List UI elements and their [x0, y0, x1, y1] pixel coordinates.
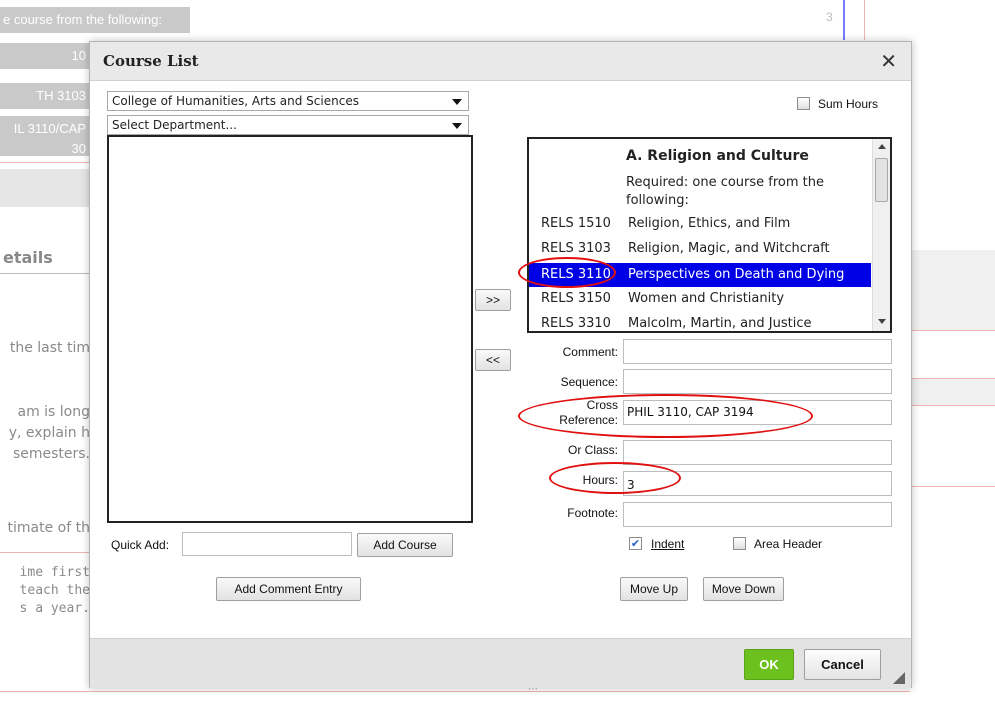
- cancel-button[interactable]: Cancel: [804, 649, 881, 680]
- background-divider: [0, 162, 90, 163]
- quick-add-input[interactable]: [182, 532, 352, 556]
- cross-reference-input[interactable]: PHIL 3110, CAP 3194: [623, 400, 892, 425]
- background-section-heading: etails: [3, 248, 53, 267]
- course-name: Malcolm, Martin, and Justice: [628, 316, 812, 331]
- area-header-checkbox[interactable]: [733, 537, 746, 550]
- move-down-button[interactable]: Move Down: [703, 577, 784, 601]
- background-right-gray-band: [910, 250, 995, 330]
- dialog-footer: OK Cancel: [90, 638, 911, 688]
- course-list-scrollbar[interactable]: [872, 139, 890, 331]
- sum-hours-checkbox[interactable]: [797, 97, 810, 110]
- background-strip-text-2: TH 3103: [36, 88, 86, 103]
- move-up-button[interactable]: Move Up: [620, 577, 688, 601]
- course-row[interactable]: RELS 3150 Women and Christianity: [529, 287, 871, 311]
- background-right-divider-3: [910, 405, 995, 406]
- scroll-up-icon[interactable]: [878, 144, 886, 149]
- hours-input[interactable]: 3: [623, 471, 892, 496]
- add-course-button[interactable]: Add Course: [357, 533, 453, 557]
- background-right-divider-1: [910, 330, 995, 331]
- remove-from-list-button[interactable]: <<: [475, 349, 511, 371]
- or-class-input[interactable]: [623, 440, 892, 465]
- course-list-dialog: Course List ✕ College of Humanities, Art…: [89, 41, 912, 688]
- course-list-note: Required: one course from the following:: [626, 175, 825, 208]
- program-course-list[interactable]: A. Religion and Culture Required: one co…: [527, 137, 892, 333]
- background-top-count: 3: [826, 10, 833, 24]
- background-top-strip: e course from the following:: [0, 7, 190, 33]
- course-list-header: A. Religion and Culture: [626, 148, 809, 164]
- dialog-titlebar[interactable]: Course List ✕: [90, 42, 911, 81]
- scrollbar-thumb[interactable]: [875, 158, 888, 202]
- course-code: RELS 3110: [541, 267, 611, 282]
- background-text-line-3: y, explain h: [8, 425, 90, 441]
- cross-reference-label: Cross: [586, 398, 618, 412]
- resize-grip-icon[interactable]: [893, 672, 905, 684]
- comment-input[interactable]: [623, 339, 892, 364]
- background-strip-text-4: 30: [71, 142, 86, 156]
- college-select[interactable]: College of Humanities, Arts and Sciences: [107, 91, 469, 111]
- chevron-down-icon: [452, 123, 462, 129]
- background-top-strip-text: e course from the following:: [3, 12, 162, 27]
- background-mono-line-1: ime first: [19, 565, 90, 580]
- course-code: RELS 1510: [541, 216, 611, 231]
- course-code: RELS 3310: [541, 316, 611, 331]
- course-row[interactable]: RELS 3103 Religion, Magic, and Witchcraft: [529, 237, 871, 261]
- indent-label: Indent: [651, 537, 685, 551]
- background-text-line-1: the last tim: [9, 340, 90, 356]
- course-name: Perspectives on Death and Dying: [628, 267, 845, 282]
- footnote-label: Footnote:: [567, 506, 618, 520]
- background-strip-text-1: 10: [71, 48, 86, 63]
- or-class-label: Or Class:: [567, 443, 618, 457]
- cross-reference-label-2: Reference:: [559, 413, 618, 427]
- available-courses-list[interactable]: [107, 135, 473, 523]
- background-mono-line-3: s a year.: [19, 601, 90, 616]
- background-text-line-2: am is long: [17, 404, 90, 420]
- add-to-list-button[interactable]: >>: [475, 289, 511, 311]
- indent-checkbox[interactable]: ✔: [629, 537, 642, 550]
- background-strip-item-1: 10: [0, 43, 90, 69]
- course-name: Religion, Magic, and Witchcraft: [628, 241, 830, 256]
- comment-label: Comment:: [562, 345, 618, 359]
- course-code: RELS 3150: [541, 291, 611, 306]
- scroll-down-icon[interactable]: [878, 319, 886, 324]
- department-select-value: Select Department...: [112, 118, 237, 132]
- course-name: Religion, Ethics, and Film: [628, 216, 791, 231]
- background-right-divider-4: [910, 486, 995, 487]
- close-icon[interactable]: ✕: [880, 49, 897, 73]
- course-row-selected[interactable]: RELS 3110 Perspectives on Death and Dying: [529, 263, 871, 287]
- hours-label: Hours:: [582, 473, 618, 487]
- background-right-divider-2: [910, 378, 995, 379]
- background-strip-text-3: IL 3110/CAP: [13, 121, 86, 136]
- background-strip-item-2: TH 3103: [0, 83, 90, 109]
- add-comment-entry-button[interactable]: Add Comment Entry: [216, 577, 361, 601]
- course-row[interactable]: RELS 3310 Malcolm, Martin, and Justice: [529, 312, 871, 331]
- background-gray-band: [0, 169, 90, 207]
- background-right-gray-band-2: [910, 378, 995, 406]
- footnote-input[interactable]: [623, 502, 892, 527]
- background-divider-2: [0, 552, 90, 553]
- background-strip-item-4: 30: [0, 142, 90, 156]
- college-select-value: College of Humanities, Arts and Sciences: [112, 94, 359, 108]
- background-mono-line-2: teach the: [19, 583, 90, 598]
- ok-button[interactable]: OK: [744, 649, 794, 680]
- background-vertical-red-line: [864, 0, 865, 40]
- background-strip-item-3: IL 3110/CAP: [0, 116, 90, 142]
- quick-add-label: Quick Add:: [111, 538, 170, 552]
- dialog-title: Course List: [103, 52, 199, 70]
- background-text-line-4: semesters.: [12, 446, 90, 462]
- sequence-label: Sequence:: [560, 375, 618, 389]
- course-code: RELS 3103: [541, 241, 611, 256]
- background-bottom-divider: [0, 691, 910, 692]
- chevron-down-icon: [452, 99, 462, 105]
- background-vertical-blue-line: [843, 0, 845, 40]
- background-text-line-5: timate of th: [7, 520, 90, 536]
- sequence-input[interactable]: [623, 369, 892, 394]
- sum-hours-label: Sum Hours: [818, 97, 879, 111]
- area-header-label: Area Header: [754, 537, 823, 551]
- course-name: Women and Christianity: [628, 291, 785, 306]
- course-row[interactable]: RELS 1510 Religion, Ethics, and Film: [529, 212, 871, 236]
- background-heading-underline: [0, 273, 90, 274]
- background-top-strip-fill: [190, 14, 850, 28]
- department-select[interactable]: Select Department...: [107, 115, 469, 135]
